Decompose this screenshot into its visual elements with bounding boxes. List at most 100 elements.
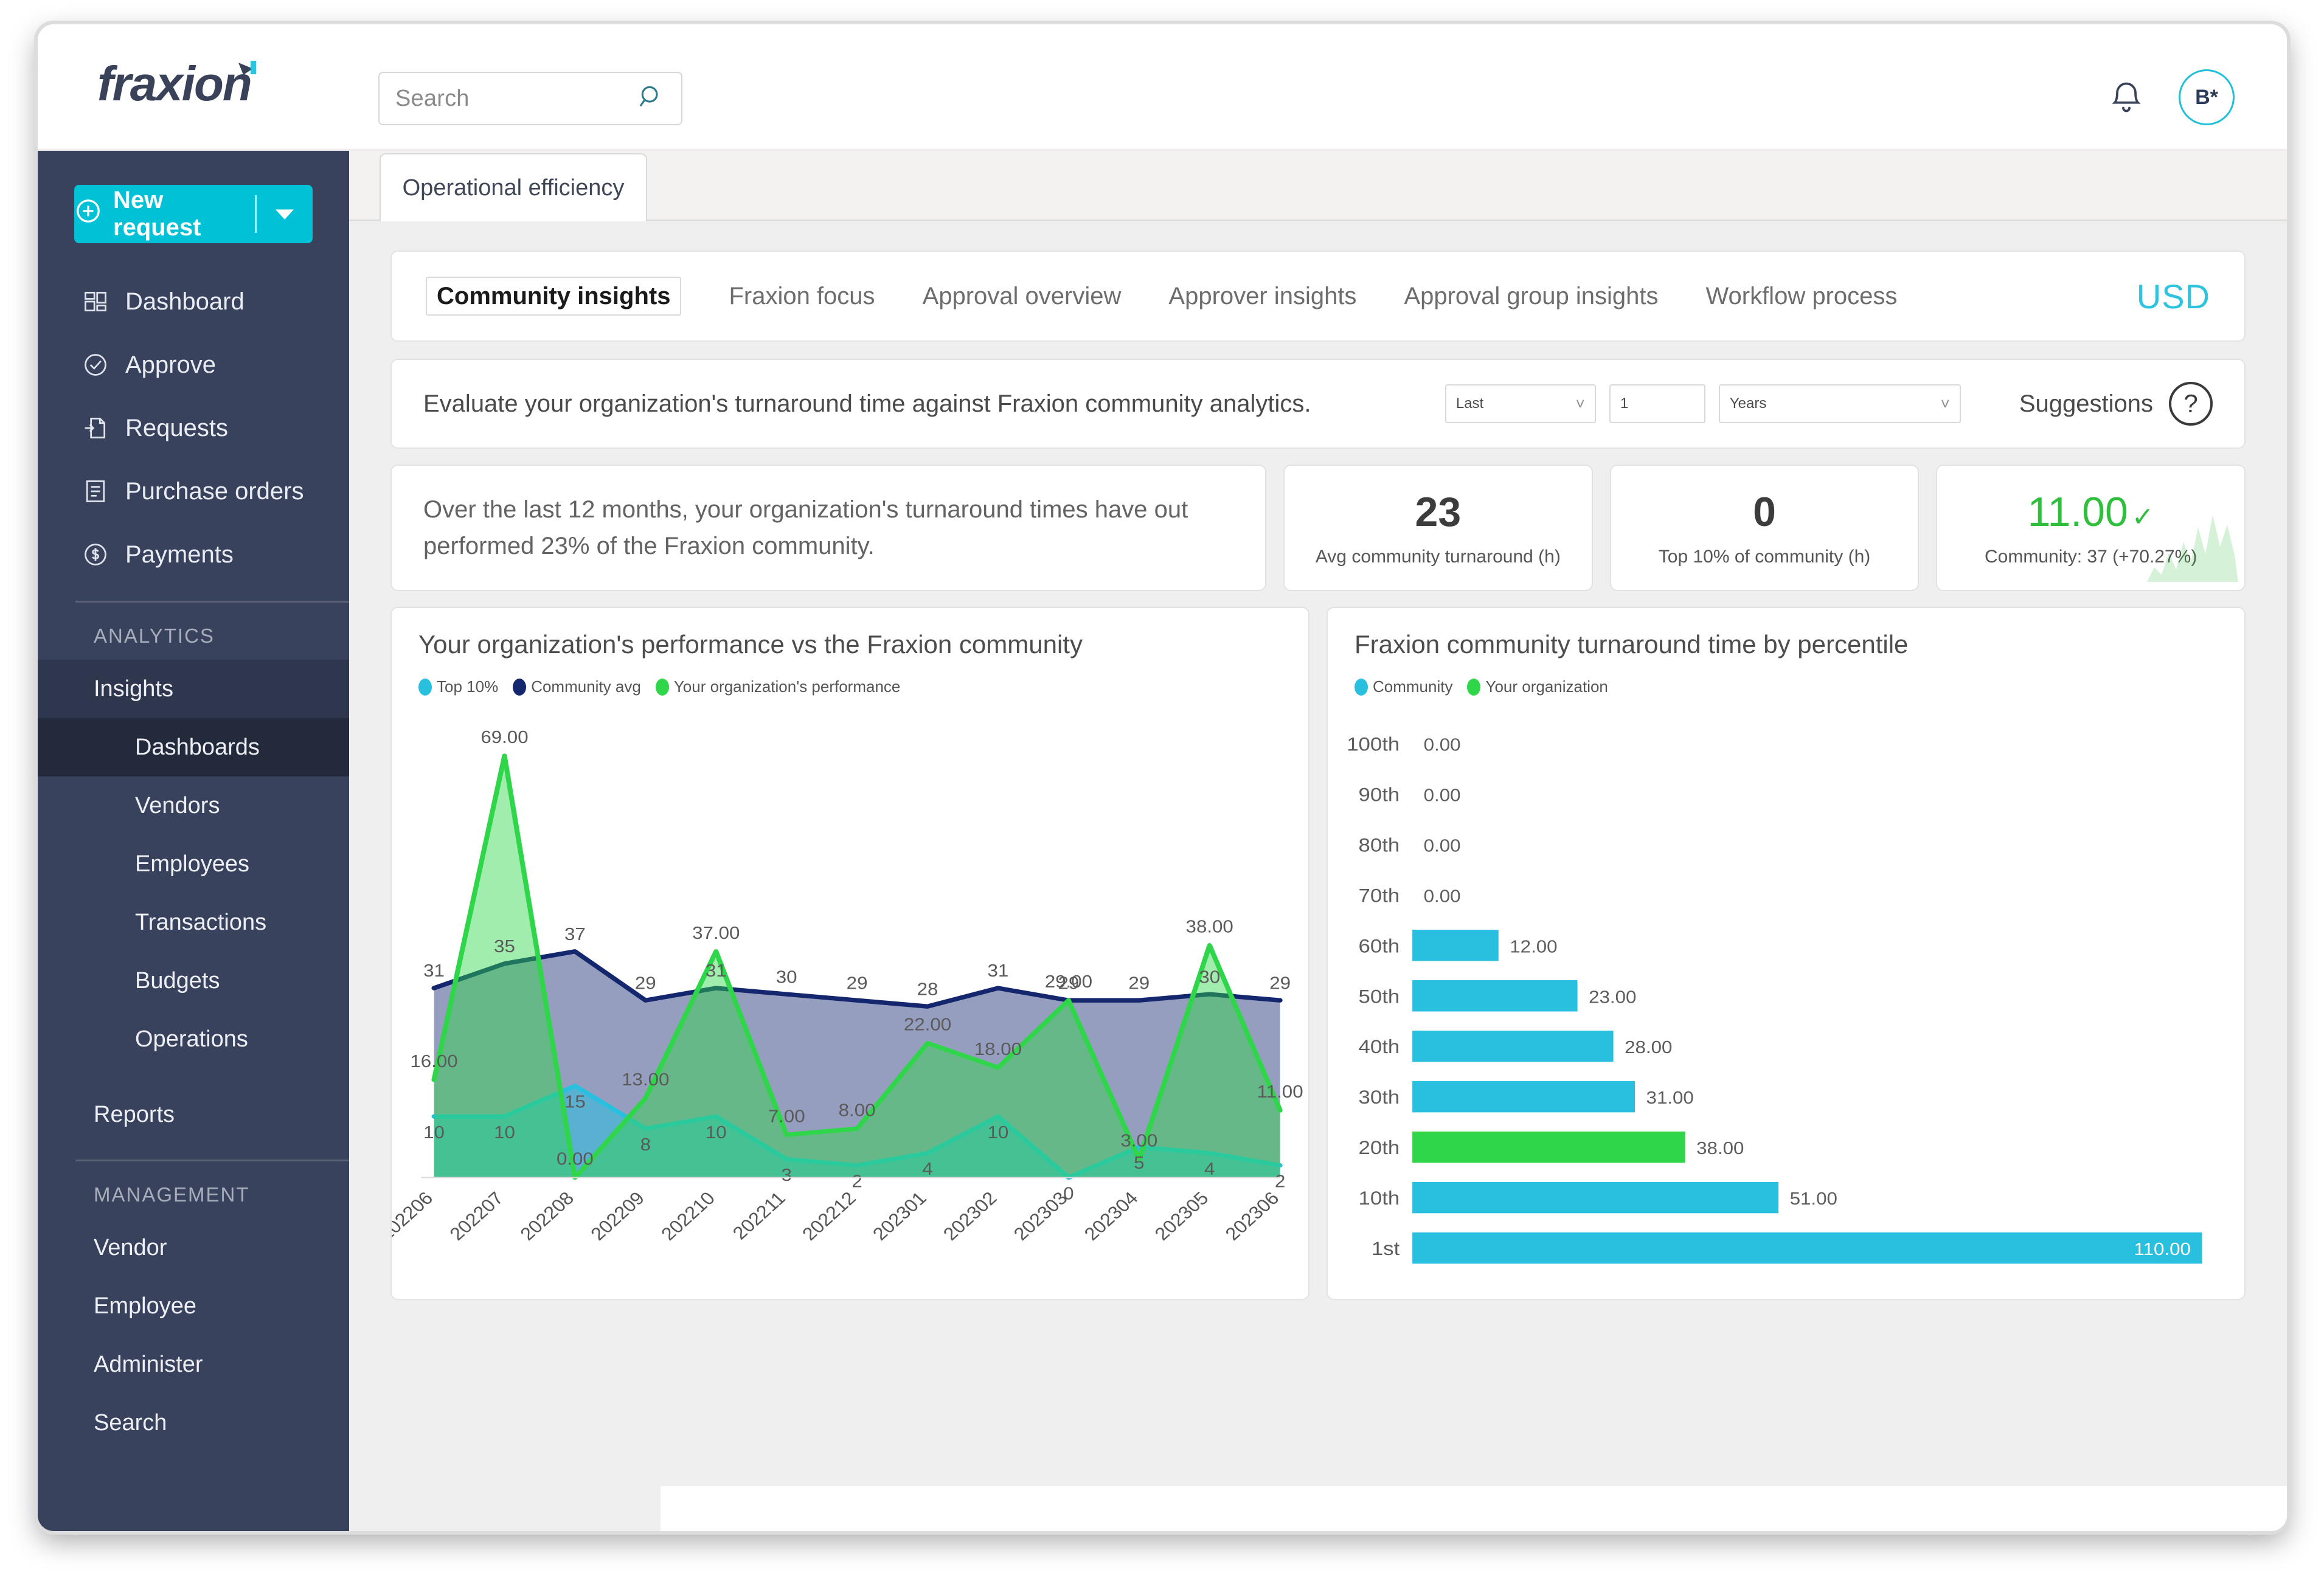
- main-content: Operational efficiency Community insight…: [349, 151, 2287, 1531]
- kpi-value: 11.00: [2027, 489, 2128, 535]
- range-amount-input[interactable]: 1: [1609, 384, 1705, 423]
- sidebar-item-label: Employee: [94, 1293, 196, 1319]
- sidebar-item-insights[interactable]: Insights: [38, 660, 349, 718]
- legend-item-top10[interactable]: Top 10%: [418, 677, 498, 696]
- question-mark-icon[interactable]: ?: [2169, 382, 2213, 426]
- svg-text:31: 31: [423, 962, 445, 981]
- legend-swatch: [513, 678, 527, 696]
- tab-workflow-process[interactable]: Workflow process: [1705, 283, 1897, 310]
- search-placeholder: Search: [395, 85, 470, 111]
- suggestions-label: Suggestions: [2019, 390, 2153, 417]
- sidebar-item-label: Requests: [125, 414, 228, 441]
- top-right-actions: B*: [2108, 69, 2235, 125]
- legend-item-community[interactable]: Community: [1355, 677, 1452, 696]
- insight-tabs: Community insights Fraxion focus Approva…: [390, 251, 2246, 342]
- svg-text:60th: 60th: [1359, 936, 1400, 957]
- performance-area-chart: Your organization's performance vs the F…: [390, 607, 1309, 1300]
- legend-item-your-org[interactable]: Your organization's performance: [655, 677, 901, 696]
- svg-text:28.00: 28.00: [1625, 1039, 1672, 1057]
- new-request-button[interactable]: New request: [74, 185, 313, 243]
- svg-text:3.00: 3.00: [1120, 1132, 1157, 1150]
- range-unit-select[interactable]: Years ˅: [1718, 384, 1961, 423]
- svg-text:2: 2: [852, 1172, 862, 1191]
- svg-text:fraxion: fraxion: [97, 58, 251, 111]
- sidebar-item-label: Insights: [94, 676, 173, 702]
- svg-text:202306: 202306: [1221, 1188, 1283, 1245]
- top-bar: fraxion Search B*: [38, 24, 2287, 151]
- legend-item-your-organization[interactable]: Your organization: [1467, 677, 1608, 696]
- plus-circle-icon: [74, 197, 102, 231]
- search-input[interactable]: Search: [378, 72, 682, 125]
- sidebar-item-label: Search: [94, 1409, 167, 1436]
- screenshot-root: fraxion Search B* New request Dashboard …: [0, 0, 2324, 1573]
- svg-text:35: 35: [494, 937, 515, 956]
- avatar[interactable]: B*: [2179, 69, 2235, 125]
- fraxion-logo[interactable]: fraxion: [97, 58, 298, 116]
- sidebar-item-operations[interactable]: Operations: [38, 1010, 349, 1068]
- currency-selector[interactable]: USD: [2137, 277, 2210, 316]
- range-mode-value: Last: [1455, 395, 1484, 412]
- sidebar-item-payments[interactable]: Payments: [38, 523, 349, 586]
- sidebar-item-employees[interactable]: Employees: [38, 835, 349, 893]
- chart-legend: Community Your organization: [1355, 677, 2218, 696]
- sidebar-item-employee[interactable]: Employee: [38, 1277, 349, 1335]
- svg-text:8.00: 8.00: [839, 1101, 876, 1120]
- sidebar-item-label: Purchase orders: [125, 477, 304, 505]
- legend-label: Community: [1373, 677, 1453, 696]
- tab-community-insights[interactable]: Community insights: [426, 277, 682, 316]
- svg-text:30: 30: [776, 968, 797, 987]
- chart-title: Your organization's performance vs the F…: [418, 630, 1083, 659]
- svg-text:202206: 202206: [392, 1188, 437, 1245]
- svg-text:202301: 202301: [869, 1188, 931, 1245]
- sidebar-item-vendors[interactable]: Vendors: [38, 776, 349, 835]
- svg-text:29: 29: [847, 974, 868, 993]
- legend-label: Your organization's performance: [673, 677, 901, 696]
- sidebar-item-approve[interactable]: Approve: [38, 333, 349, 396]
- tab-approval-overview[interactable]: Approval overview: [923, 283, 1122, 310]
- svg-text:10: 10: [706, 1123, 727, 1142]
- check-circle-icon: [82, 351, 109, 379]
- legend-item-community-avg[interactable]: Community avg: [513, 677, 641, 696]
- sidebar-item-dashboard[interactable]: Dashboard: [38, 270, 349, 333]
- kpi-caption: Avg community turnaround (h): [1315, 547, 1561, 567]
- range-unit-value: Years: [1729, 395, 1767, 412]
- tab-approval-group-insights[interactable]: Approval group insights: [1404, 283, 1658, 310]
- sidebar-item-requests[interactable]: Requests: [38, 396, 349, 460]
- sidebar-item-administer[interactable]: Administer: [38, 1335, 349, 1394]
- svg-text:29.00: 29.00: [1045, 973, 1092, 992]
- svg-text:10: 10: [988, 1123, 1009, 1142]
- kpi-value: 23: [1415, 489, 1462, 535]
- tab-operational-efficiency[interactable]: Operational efficiency: [380, 153, 647, 221]
- primary-nav: Dashboard Approve Requests Purchase orde…: [38, 270, 349, 586]
- suggestions-group[interactable]: Suggestions ?: [2019, 382, 2213, 426]
- chart-legend: Top 10% Community avg Your organization'…: [418, 677, 1282, 696]
- sidebar-item-purchase-orders[interactable]: Purchase orders: [38, 460, 349, 523]
- chevron-down-icon: ˅: [1940, 394, 1950, 413]
- new-request-label: New request: [113, 187, 201, 241]
- kpi-top-10-percent: 0 Top 10% of community (h): [1609, 465, 1920, 591]
- sidebar-item-dashboards[interactable]: Dashboards: [38, 718, 349, 776]
- kpi-value: 0: [1753, 489, 1776, 535]
- range-mode-select[interactable]: Last ˅: [1445, 384, 1596, 423]
- sidebar-item-transactions[interactable]: Transactions: [38, 893, 349, 952]
- tab-fraxion-focus[interactable]: Fraxion focus: [729, 283, 875, 310]
- sidebar-item-budgets[interactable]: Budgets: [38, 952, 349, 1010]
- tab-approver-insights[interactable]: Approver insights: [1168, 283, 1356, 310]
- svg-text:4: 4: [1204, 1160, 1215, 1178]
- svg-text:29: 29: [635, 974, 656, 993]
- sidebar-item-vendor[interactable]: Vendor: [38, 1219, 349, 1277]
- svg-text:30: 30: [1199, 968, 1220, 987]
- svg-text:202212: 202212: [798, 1188, 861, 1245]
- bell-icon[interactable]: [2108, 79, 2145, 116]
- svg-text:31: 31: [988, 962, 1009, 981]
- chevron-down-icon[interactable]: [257, 207, 313, 221]
- sidebar-item-reports[interactable]: Reports: [38, 1085, 349, 1144]
- svg-text:13.00: 13.00: [622, 1070, 669, 1089]
- area-chart-plot: 31 35 37 29 31 30 29 28 31 29 29 30 29 10 10 15 8 10 3 2 4 10…: [392, 699, 1308, 1299]
- svg-text:70th: 70th: [1359, 885, 1400, 907]
- search-icon[interactable]: [637, 83, 665, 114]
- sidebar-item-search[interactable]: Search: [38, 1394, 349, 1452]
- svg-text:40th: 40th: [1359, 1037, 1400, 1058]
- svg-text:20th: 20th: [1359, 1138, 1400, 1159]
- sparkline: [2147, 509, 2239, 585]
